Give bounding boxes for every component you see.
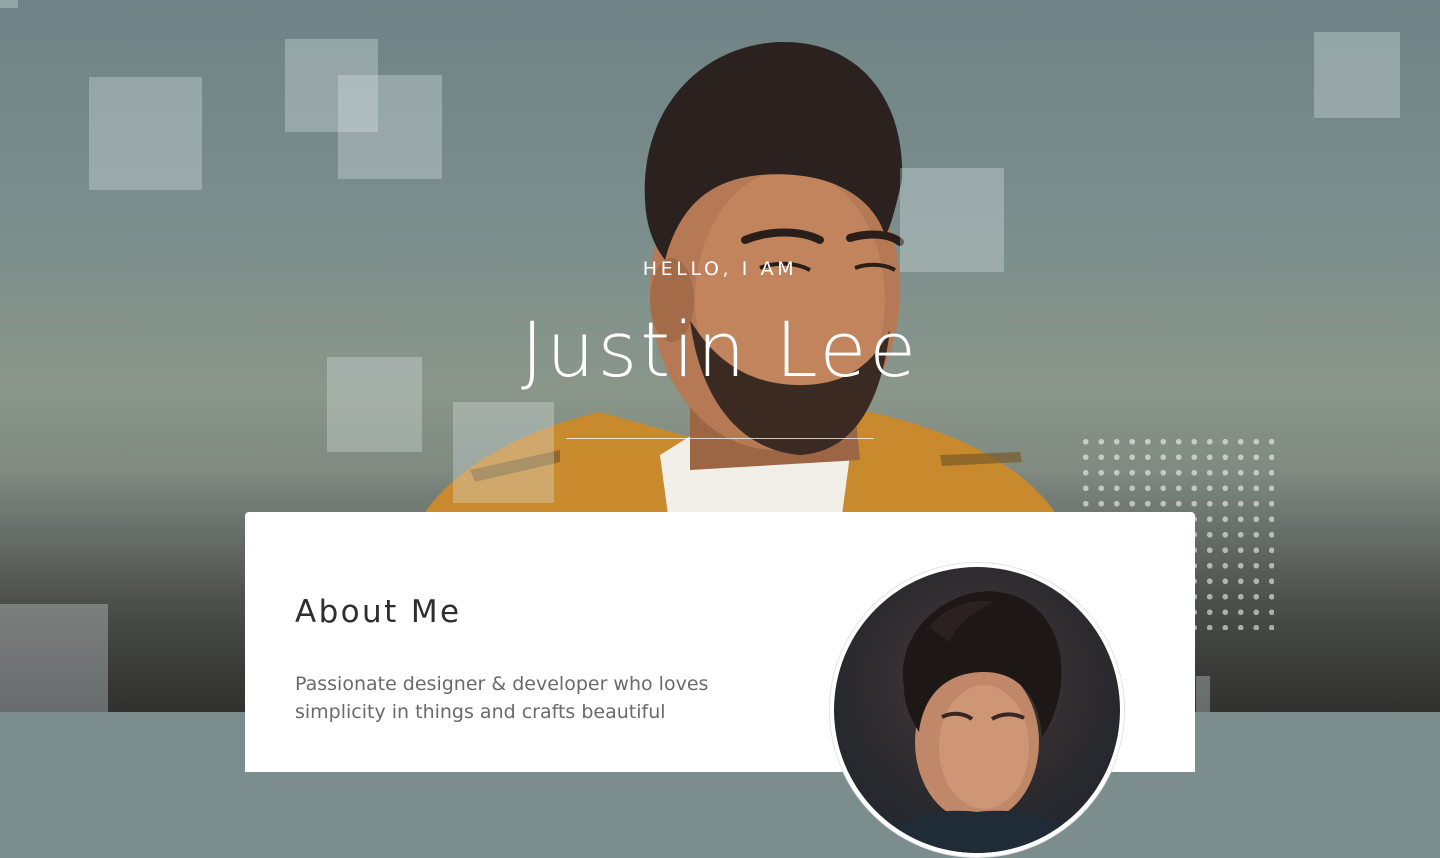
decor-square <box>453 402 554 503</box>
decor-square <box>89 77 202 190</box>
decor-square <box>1196 676 1210 712</box>
decor-square <box>338 75 442 179</box>
about-card: About Me Passionate designer & developer… <box>245 512 1195 858</box>
decor-square <box>0 604 108 712</box>
hero-greeting: HELLO, I AM <box>642 258 798 280</box>
about-title: About Me <box>295 594 462 630</box>
decor-square <box>0 0 18 8</box>
hero-divider <box>566 438 874 439</box>
decor-square <box>900 168 1004 272</box>
about-text: Passionate designer & developer who love… <box>295 673 709 723</box>
avatar <box>834 567 1120 853</box>
decor-square <box>1314 32 1400 118</box>
hero-name: Justin Lee <box>521 305 919 394</box>
avatar-ring <box>829 562 1125 858</box>
avatar-portrait <box>874 591 1084 853</box>
